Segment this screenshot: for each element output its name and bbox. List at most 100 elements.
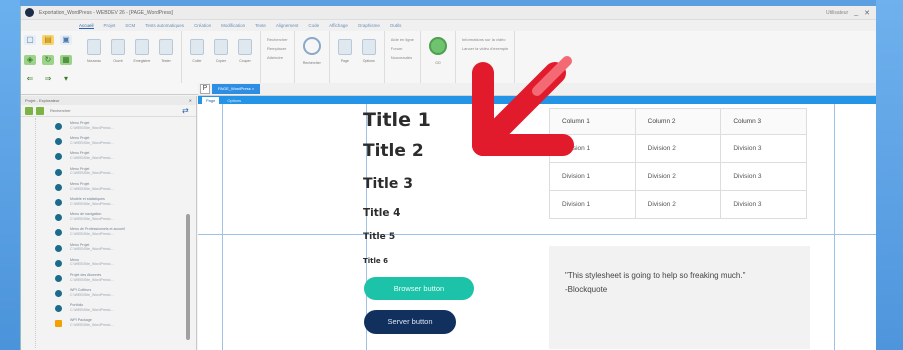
background-right xyxy=(876,0,903,350)
ribbon-open-button[interactable]: Ouvrir xyxy=(109,39,127,83)
server-button[interactable]: Server button xyxy=(364,310,456,334)
ribbon-news-item[interactable]: Nouveautés xyxy=(391,55,414,60)
ribbon-forum-item[interactable]: Forum xyxy=(391,46,414,51)
explorer-tree-item[interactable]: Menu Projet C:\WEB\Site_WordPress\... xyxy=(55,182,196,197)
guide-line xyxy=(834,104,835,350)
table-cell: Division 2 xyxy=(634,134,722,163)
options-icon xyxy=(361,39,376,55)
menu-tab-affichage[interactable]: Affichage xyxy=(329,23,348,28)
ribbon-video-info-item[interactable]: Informations sur la vidéo xyxy=(462,37,508,42)
menu-tab-tests[interactable]: Tests automatiques xyxy=(145,23,184,28)
ribbon-copy-button[interactable]: Copier xyxy=(212,39,230,83)
copy-icon xyxy=(214,39,228,55)
explorer-title: Projet - Explorateur xyxy=(25,98,60,103)
document-tab-close-icon[interactable]: × xyxy=(252,86,254,91)
ribbon-test-button[interactable]: Tester xyxy=(157,39,175,83)
ribbon-search-button[interactable]: Rechercher xyxy=(295,31,330,83)
explorer-tree-item[interactable]: Menu Projet C:\WEB\Site_WordPress\... xyxy=(55,151,196,166)
menu-tab-code[interactable]: Code xyxy=(308,23,319,28)
explorer-tree-item[interactable]: Portfolio C:\WEB\Site_WordPress\... xyxy=(55,303,196,318)
menu-tab-scm[interactable]: SCM xyxy=(125,23,135,28)
menu-tab-projet[interactable]: Projet xyxy=(104,23,116,28)
explorer-filter-icon[interactable] xyxy=(36,106,44,115)
explorer-tree-item[interactable]: Menu C:\WEB\Site_WordPress\... xyxy=(55,258,196,273)
explorer-add-icon[interactable] xyxy=(25,106,33,115)
explorer-item-path: C:\WEB\Site_WordPress\... xyxy=(70,125,114,130)
project-tab-button[interactable]: P xyxy=(200,84,210,94)
menu-tab-outils[interactable]: Outils xyxy=(390,23,402,28)
explorer-tree-item[interactable]: Menu de navigation C:\WEB\Site_WordPress\… xyxy=(55,212,196,227)
cut-icon xyxy=(238,39,252,55)
explorer-search-input[interactable] xyxy=(47,107,179,114)
explorer-tree-item[interactable]: Menu de Professionnels et accueil C:\WEB\… xyxy=(55,227,196,242)
explorer-item-text: Menu de navigation C:\WEB\Site_WordPress\… xyxy=(70,212,114,222)
explorer-item-text: Projet des Abonnés C:\WEB\Site_WordPress\… xyxy=(70,273,114,283)
app-window: Exportation_WordPress - WEBDEV 26 - [PAG… xyxy=(20,6,876,350)
ribbon-group-help-list: Aide en ligne Forum Nouveautés xyxy=(385,31,421,83)
browser-button[interactable]: Browser button xyxy=(364,277,474,300)
ribbon-video-launch-item[interactable]: Lancer la vidéo d'exemple xyxy=(462,46,508,51)
menu-tab-alignement[interactable]: Alignement xyxy=(276,23,299,28)
explorer-toolbar: ⇄ xyxy=(21,105,196,117)
explorer-tree-item[interactable]: Menu Projet C:\WEB\Site_WordPress\... xyxy=(55,167,196,182)
explorer-tree: Menu Projet C:\WEB\Site_WordPress\... Menu… xyxy=(21,117,196,334)
page-icon xyxy=(55,123,62,130)
close-window-button[interactable]: ✕ xyxy=(864,9,870,17)
explorer-scrollbar[interactable] xyxy=(186,214,190,340)
explorer-item-text: Menu Projet C:\WEB\Site_WordPress\... xyxy=(70,182,114,192)
user-label[interactable]: Utilisateur xyxy=(826,10,848,16)
menu-tab-creation[interactable]: Création xyxy=(194,23,211,28)
ribbon-paste-button[interactable]: Coller xyxy=(188,39,206,83)
menu-tab-texte[interactable]: Texte xyxy=(255,23,266,28)
explorer-close-button[interactable]: ✕ xyxy=(189,96,196,105)
document-tab-page-wordpress[interactable]: PAGE_WordPress × xyxy=(212,84,261,94)
explorer-tree-item[interactable]: Menu Projet C:\WEB\Site_WordPress\... xyxy=(55,243,196,258)
explorer-tree-item[interactable]: Menu Projet C:\WEB\Site_WordPress\... xyxy=(55,121,196,136)
menu-tab-graphisme[interactable]: Graphisme xyxy=(358,23,380,28)
explorer-item-path: C:\WEB\Site_WordPress\... xyxy=(70,277,114,282)
explorer-tree-item[interactable]: WPI Package C:\WEB\Site_WordPress\... xyxy=(55,318,196,333)
explorer-item-path: C:\WEB\Site_WordPress\... xyxy=(70,292,114,297)
ribbon-help-item[interactable]: Aide en ligne xyxy=(391,37,414,42)
heading-6: Title 6 xyxy=(363,257,388,265)
explorer-tree-item[interactable]: Modèle et statistiques C:\WEB\Site_WordPr… xyxy=(55,197,196,212)
guide-line xyxy=(198,234,876,235)
view-tab-options[interactable]: Options xyxy=(223,97,245,104)
explorer-tree-item[interactable]: Menu Projet C:\WEB\Site_WordPress\... xyxy=(55,136,196,151)
ribbon-go-button[interactable]: GO xyxy=(421,31,456,83)
ribbon-goto-item[interactable]: Atteindre xyxy=(267,55,288,60)
explorer-item-path: C:\WEB\Site_WordPress\... xyxy=(70,156,114,161)
ribbon-group-clipboard: Coller Copier Couper xyxy=(182,31,261,83)
heading-2: Title 2 xyxy=(363,141,424,161)
ribbon-new-button[interactable]: Nouveau xyxy=(85,39,103,83)
page-icon xyxy=(337,39,352,55)
explorer-tree-item[interactable]: WPI Coffeurs C:\WEB\Site_WordPress\... xyxy=(55,288,196,303)
minimize-button[interactable]: _ xyxy=(854,9,858,16)
menu-tab-accueil[interactable]: Accueil xyxy=(79,23,94,29)
sync-icon[interactable]: ⇄ xyxy=(182,106,190,115)
heading-1: Title 1 xyxy=(363,109,431,131)
project-icon[interactable]: ◈ xyxy=(24,54,36,65)
ribbon-page-button[interactable]: Page xyxy=(336,39,354,83)
back-arrow-icon[interactable]: ⇐ xyxy=(24,74,36,84)
paste-icon xyxy=(190,39,204,55)
view-tab-page[interactable]: Page xyxy=(202,97,220,104)
ribbon-find-item[interactable]: Rechercher xyxy=(267,37,288,42)
grid-icon[interactable]: ▦ xyxy=(60,54,72,65)
menu-tab-modification[interactable]: Modification xyxy=(221,23,245,28)
explorer-tree-item[interactable]: Projet des Abonnés C:\WEB\Site_WordPress\… xyxy=(55,273,196,288)
new-file-icon[interactable]: ▢ xyxy=(24,35,36,45)
open-folder-icon[interactable]: ▤ xyxy=(42,35,54,45)
ribbon-replace-item[interactable]: Remplacer xyxy=(267,46,288,51)
explorer-item-path: C:\WEB\Site_WordPress\... xyxy=(70,171,114,176)
ribbon-save-button[interactable]: Enregistrer xyxy=(133,39,151,83)
refresh-icon[interactable]: ↻ xyxy=(42,54,54,65)
forward-arrow-icon[interactable]: ⇒ xyxy=(42,74,54,84)
ribbon-cut-button[interactable]: Couper xyxy=(236,39,254,83)
save-icon[interactable]: ▣ xyxy=(60,35,72,45)
new-document-icon xyxy=(87,39,101,55)
ribbon-group-file: Nouveau Ouvrir Enregistrer Tester xyxy=(79,31,182,83)
more-icon[interactable]: ▾ xyxy=(60,74,72,84)
explorer-title-bar: Projet - Explorateur ✕ xyxy=(21,96,196,105)
ribbon-options-button[interactable]: Options xyxy=(360,39,378,83)
